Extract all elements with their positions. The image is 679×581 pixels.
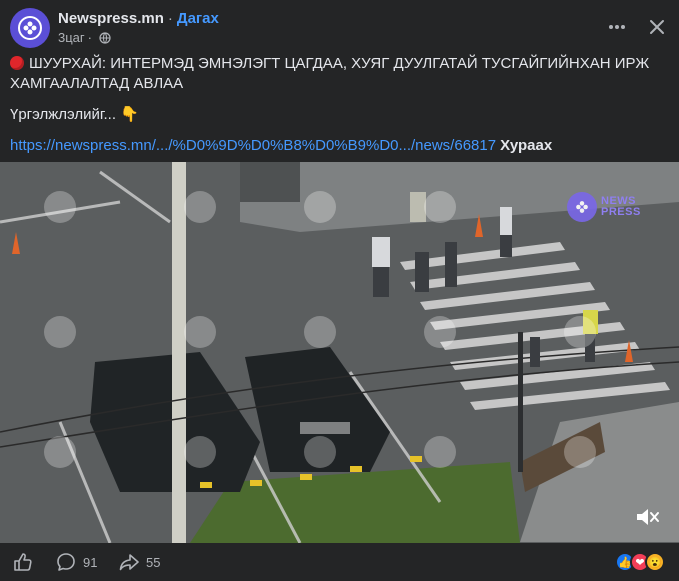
post-text: ШУУРХАЙ: ИНТЕРМЭД ЭМНЭЛЭГТ ЦАГДАА, ХУЯГ …: [10, 54, 670, 156]
meta-separator: ·: [87, 30, 92, 45]
page-name[interactable]: Newspress.mn: [58, 10, 164, 27]
more-options-button[interactable]: [604, 14, 630, 40]
watermark-line2: PRESS: [601, 206, 641, 218]
follow-button[interactable]: Дагах: [177, 10, 219, 27]
headline-text: ШУУРХАЙ: ИНТЕРМЭД ЭМНЭЛЭГТ ЦАГДАА, ХУЯГ …: [10, 55, 650, 92]
newspress-logo-icon: [18, 16, 42, 40]
wow-reaction-icon: 😮: [645, 552, 665, 572]
reactions-summary[interactable]: 👍 ❤ 😮: [615, 552, 665, 572]
mute-button[interactable]: [633, 503, 661, 531]
post-header: Newspress.mn · Дагах 3цаг ·: [10, 8, 670, 48]
link-line: https://newspress.mn/.../%D0%9D%D0%B8%D0…: [10, 136, 670, 156]
share-button[interactable]: 55: [118, 551, 160, 573]
video-player[interactable]: NEWS PRESS: [0, 162, 679, 543]
details-line: Үргэлжлэлийг... 👇: [10, 106, 139, 123]
more-icon: [609, 25, 625, 29]
like-icon: [14, 553, 32, 571]
newspress-watermark-icon: [567, 192, 597, 222]
newspress-watermark-text: NEWS PRESS: [601, 196, 641, 218]
shares-count: 55: [146, 554, 161, 570]
mute-icon: [637, 509, 659, 525]
post-time[interactable]: 3цаг: [58, 30, 85, 45]
page-name-line: Newspress.mn · Дагах: [58, 10, 219, 27]
close-icon: [650, 20, 664, 34]
page-avatar[interactable]: [10, 8, 50, 48]
article-link[interactable]: https://newspress.mn/.../%D0%9D%D0%B8%D0…: [10, 137, 496, 154]
comment-button[interactable]: 91: [55, 551, 97, 573]
post-meta: 3цаг ·: [58, 30, 111, 45]
like-button[interactable]: [12, 551, 34, 573]
comments-count: 91: [83, 554, 98, 570]
collapse-button[interactable]: Хураах: [500, 137, 552, 154]
globe-icon: [99, 31, 111, 44]
comment-icon: [57, 553, 75, 571]
separator: ·: [167, 10, 173, 27]
post-actions: 91 55 👍 ❤ 😮: [0, 543, 679, 581]
share-icon: [119, 554, 139, 571]
headline: ШУУРХАЙ: ИНТЕРМЭД ЭМНЭЛЭГТ ЦАГДАА, ХУЯГ …: [10, 54, 670, 94]
header-actions: [604, 14, 670, 40]
red-circle-emoji: [10, 56, 24, 70]
close-post-button[interactable]: [644, 14, 670, 40]
facebook-post: Newspress.mn · Дагах 3цаг · ШУУРХАЙ: ИНТ…: [0, 0, 679, 581]
newspress-watermark: NEWS PRESS: [567, 192, 641, 222]
